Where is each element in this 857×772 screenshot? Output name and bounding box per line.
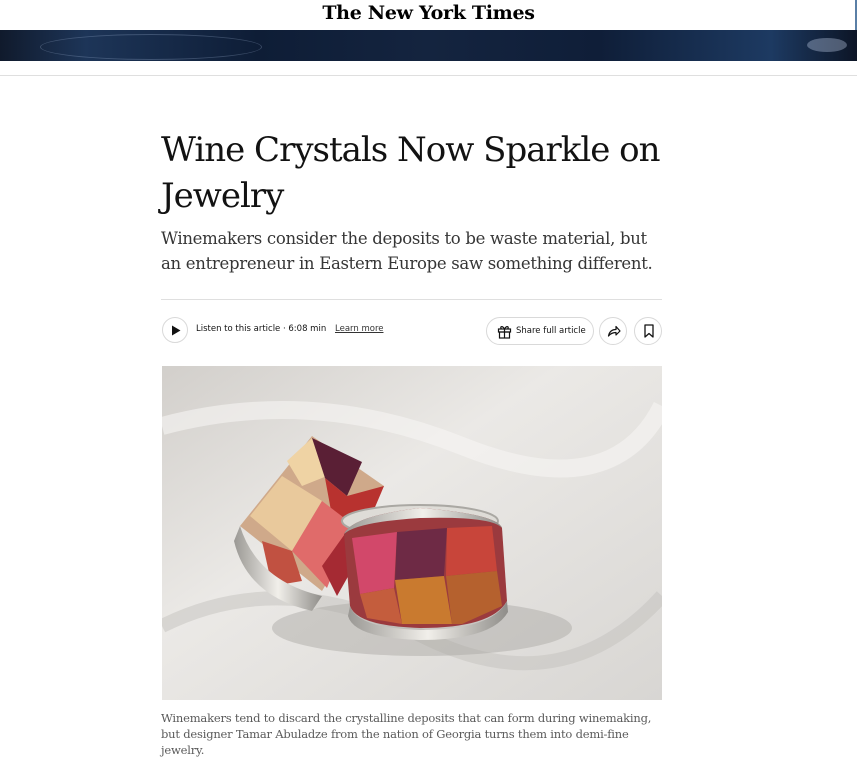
nyt-logo[interactable]: The New York Times (0, 2, 857, 24)
article-summary: Winemakers consider the deposits to be w… (161, 229, 653, 273)
article-headline: Wine Crystals Now Sparkle on Jewelry (161, 130, 661, 216)
listen-to-article-label: Listen to this article · 6:08 min (196, 324, 327, 334)
learn-more-link[interactable]: Learn more (335, 324, 383, 334)
headline-divider (161, 299, 662, 300)
play-audio-button[interactable] (162, 317, 188, 343)
banner-glow-decoration (807, 38, 847, 52)
banner-ripple-decoration (40, 34, 262, 60)
banner-separator (0, 61, 857, 76)
save-bookmark-button[interactable] (634, 317, 662, 345)
share-arrow-icon (607, 325, 621, 337)
bookmark-icon (644, 324, 654, 338)
article-photo[interactable] (162, 366, 662, 700)
top-banner[interactable] (0, 30, 857, 61)
share-full-article-button[interactable]: Share full article (486, 317, 594, 345)
share-button[interactable] (599, 317, 627, 345)
play-icon (172, 325, 181, 336)
wine-crystal-rings-image (162, 366, 662, 700)
photo-caption: Winemakers tend to discard the crystalli… (161, 711, 652, 757)
share-full-article-label: Share full article (516, 326, 586, 336)
masthead: The New York Times (0, 0, 857, 30)
gift-icon (497, 326, 512, 339)
